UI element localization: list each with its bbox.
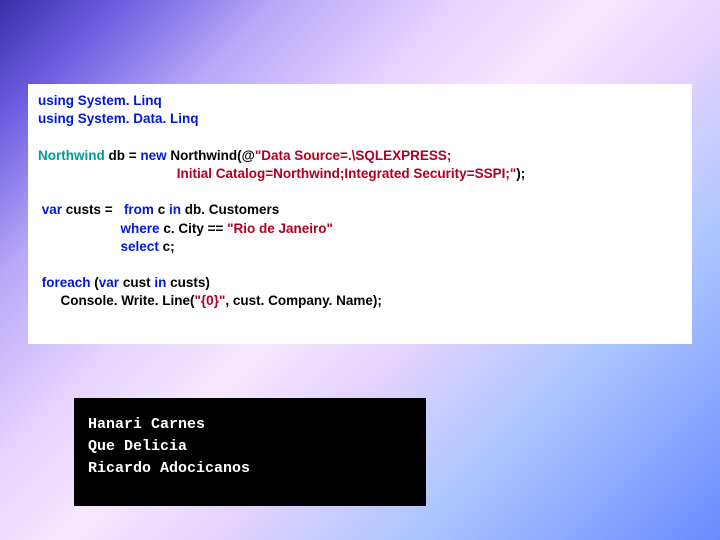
code-text: c <box>154 202 169 217</box>
code-text: Console. Write. Line( <box>61 293 195 308</box>
code-blank <box>38 256 682 274</box>
indent <box>38 293 61 308</box>
code-string: "Data Source=.\SQLEXPRESS; <box>255 148 452 163</box>
code-line-foreach: foreach (var cust in custs) <box>38 274 682 292</box>
code-line-query-select: select c; <box>38 238 682 256</box>
code-line-query-where: where c. City == "Rio de Janeiro" <box>38 220 682 238</box>
code-string: "Rio de Janeiro" <box>227 221 333 236</box>
code-string: Initial Catalog=Northwind;Integrated Sec… <box>177 166 516 181</box>
code-text: db = <box>105 148 141 163</box>
code-text: custs) <box>166 275 210 290</box>
code-line-decl: Northwind db = new Northwind(@"Data Sour… <box>38 147 682 165</box>
code-keyword: foreach <box>38 275 91 290</box>
code-keyword: in <box>169 202 181 217</box>
code-line-decl-cont: Initial Catalog=Northwind;Integrated Sec… <box>38 165 682 183</box>
code-text: db. Customers <box>181 202 279 217</box>
code-line-using-2: using System. Data. Linq <box>38 110 682 128</box>
code-blank <box>38 183 682 201</box>
code-text: , cust. Company. Name); <box>225 293 382 308</box>
code-panel: using System. Linq using System. Data. L… <box>28 84 692 344</box>
indent <box>38 166 177 181</box>
code-keyword: new <box>140 148 166 163</box>
code-keyword: select <box>121 239 159 254</box>
code-keyword: var <box>99 275 119 290</box>
code-text: using System. Linq <box>38 93 162 108</box>
code-text: c; <box>159 239 175 254</box>
code-text: custs = <box>62 202 124 217</box>
console-line: Que Delicia <box>88 436 412 458</box>
code-keyword: in <box>154 275 166 290</box>
code-text: ( <box>91 275 99 290</box>
code-line-query-from: var custs = from c in db. Customers <box>38 201 682 219</box>
code-blank <box>38 128 682 146</box>
code-line-using-1: using System. Linq <box>38 92 682 110</box>
code-text: Northwind(@ <box>167 148 255 163</box>
code-string: "{0}" <box>195 293 226 308</box>
code-text: ); <box>516 166 525 181</box>
code-keyword: where <box>121 221 160 236</box>
code-keyword: var <box>38 202 62 217</box>
code-text: cust <box>119 275 154 290</box>
code-text: c. City == <box>160 221 228 236</box>
console-line: Ricardo Adocicanos <box>88 458 412 480</box>
code-line-writeline: Console. Write. Line("{0}", cust. Compan… <box>38 292 682 310</box>
indent <box>38 239 121 254</box>
console-line: Hanari Carnes <box>88 414 412 436</box>
console-output-panel: Hanari Carnes Que Delicia Ricardo Adocic… <box>74 398 426 506</box>
code-keyword: from <box>124 202 154 217</box>
indent <box>38 221 121 236</box>
slide: using System. Linq using System. Data. L… <box>0 0 720 540</box>
code-type: Northwind <box>38 148 105 163</box>
code-text: using System. Data. Linq <box>38 111 199 126</box>
